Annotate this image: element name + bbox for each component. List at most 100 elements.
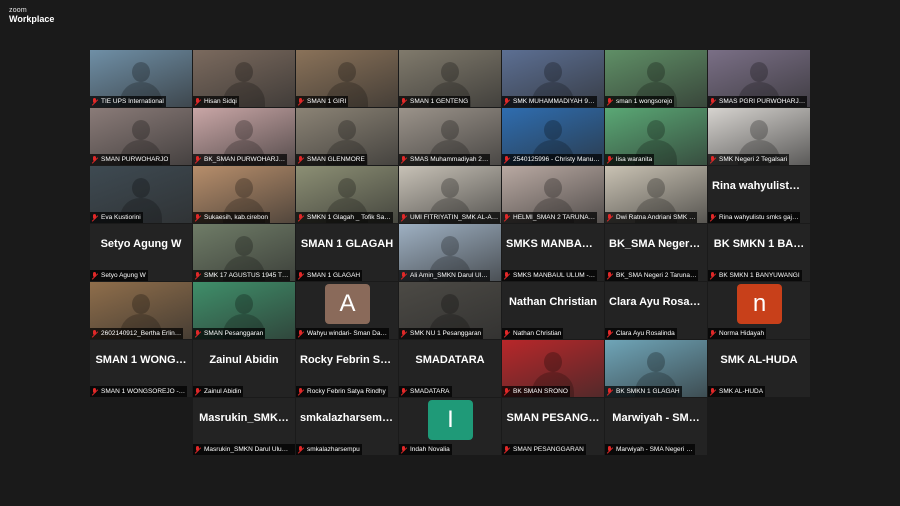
participant-tile[interactable]: SMK AL-HUDA SMK AL-HUDA: [708, 340, 810, 397]
participant-tile[interactable]: Dwi Ratna Andriani SMK …: [605, 166, 707, 223]
participant-name: SMAN PURWOHARJO: [101, 156, 169, 163]
participant-name: UMI FITRIYATIN_SMK AL-A…: [410, 214, 499, 221]
participant-name-label: SMK NU 1 Pesanggaran: [399, 328, 484, 339]
participant-display-name: Marwiyah - SM…: [612, 412, 700, 424]
participant-tile[interactable]: Clara Ayu Rosall… Clara Ayu Rosalinda: [605, 282, 707, 339]
mic-muted-icon: [503, 271, 510, 280]
participant-name-label: Dwi Ratna Andriani SMK …: [605, 212, 698, 223]
participant-display-name: Clara Ayu Rosall…: [609, 296, 707, 308]
title-bar: zoom Workplace: [0, 0, 900, 30]
participant-name: sman 1 wongsorejo: [616, 98, 673, 105]
participant-tile[interactable]: SMK NU 1 Pesanggaran: [399, 282, 501, 339]
participant-tile[interactable]: BK SMAN SRONO: [502, 340, 604, 397]
participant-tile[interactable]: SMAS PGRI PURWOHARJ…: [708, 50, 810, 107]
participant-name-label: Clara Ayu Rosalinda: [605, 328, 677, 339]
participant-tile[interactable]: 2602140912_Bertha Erlin…: [90, 282, 192, 339]
participant-tile[interactable]: I Indah Novalia: [399, 398, 501, 455]
participant-name: SMK MUHAMMADIYAH 9…: [513, 98, 595, 105]
participant-tile[interactable]: Rocky Febrin Sa… Rocky Febrin Satya Rindh…: [296, 340, 398, 397]
mic-muted-icon: [194, 271, 201, 280]
avatar: n: [737, 284, 782, 324]
participant-display-name: SMAN PESANG…: [506, 412, 600, 424]
participant-tile[interactable]: Setyo Agung W Setyo Agung W: [90, 224, 192, 281]
avatar: I: [428, 400, 473, 440]
participant-tile[interactable]: HELMI_SMAN 2 TARUNA…: [502, 166, 604, 223]
mic-muted-icon: [503, 213, 510, 222]
participant-tile[interactable]: SMK Negeri 2 Tegalsari: [708, 108, 810, 165]
participant-tile[interactable]: BK SMKN 1 GLAGAH: [605, 340, 707, 397]
participant-tile[interactable]: Zainul Abidin Zainul Abidin: [193, 340, 295, 397]
mic-muted-icon: [91, 271, 98, 280]
participant-tile[interactable]: SMAN Pesanggaran: [193, 282, 295, 339]
participant-tile[interactable]: SMAN 1 GIRI: [296, 50, 398, 107]
participant-tile[interactable]: Eva Kustiorini: [90, 166, 192, 223]
participant-name-label: Norma Hidayah: [708, 328, 767, 339]
mic-muted-icon: [194, 387, 201, 396]
participant-tile[interactable]: Hisan Sidqi: [193, 50, 295, 107]
participant-tile[interactable]: BK SMKN 1 BA… BK SMKN 1 BANYUWANGI: [708, 224, 810, 281]
participant-tile[interactable]: SMAN GLENMORE: [296, 108, 398, 165]
participant-tile[interactable]: Nathan Christian Nathan Christian: [502, 282, 604, 339]
participant-tile[interactable]: SMAN 1 WONG… SMAN 1 WONGSOREJO -…: [90, 340, 192, 397]
participant-name: Rocky Febrin Satya Rindhy: [307, 388, 386, 395]
participant-name-label: sman 1 wongsorejo: [605, 96, 675, 107]
participant-tile[interactable]: Marwiyah - SM… Marwiyah - SMA Negeri …: [605, 398, 707, 455]
participant-name: Sukaesih, kab.cirebon: [204, 214, 268, 221]
participant-tile[interactable]: Rina wahyulistu… Rina wahyulistu smks gaj…: [708, 166, 810, 223]
mic-muted-icon: [709, 329, 716, 338]
participant-tile[interactable]: SMADATARA SMADATARA: [399, 340, 501, 397]
participant-tile[interactable]: SMKS MANBAU… SMKS MANBAUL ULUM -…: [502, 224, 604, 281]
participant-tile[interactable]: UMI FITRIYATIN_SMK AL-A…: [399, 166, 501, 223]
mic-muted-icon: [606, 213, 613, 222]
participant-name-label: Masrukin_SMKN Darul Ulum…: [193, 444, 295, 455]
participant-name-label: SMAN 1 GIRI: [296, 96, 349, 107]
participant-name-label: Nathan Christian: [502, 328, 564, 339]
participant-tile[interactable]: BK_SMA Negeri… BK_SMA Negeri 2 Taruna…: [605, 224, 707, 281]
mic-muted-icon: [503, 387, 510, 396]
mic-muted-icon: [503, 329, 510, 338]
participant-tile[interactable]: SMAN 1 GENTENG: [399, 50, 501, 107]
participant-name-label: Rocky Febrin Satya Rindhy: [296, 386, 388, 397]
participant-tile[interactable]: A Wahyu windari- Sman Da…: [296, 282, 398, 339]
participant-tile[interactable]: SMAS Muhammadiyah 2…: [399, 108, 501, 165]
mic-muted-icon: [91, 387, 98, 396]
participant-display-name: Nathan Christian: [508, 296, 597, 308]
mic-muted-icon: [297, 387, 304, 396]
participant-display-name: Masrukin_SMK…: [199, 412, 289, 424]
participant-name: Eva Kustiorini: [101, 214, 141, 221]
participant-display-name: SMAN 1 WONG…: [95, 354, 187, 366]
participant-tile[interactable]: Masrukin_SMK… Masrukin_SMKN Darul Ulum…: [193, 398, 295, 455]
mic-muted-icon: [91, 155, 98, 164]
mic-muted-icon: [297, 445, 304, 454]
mic-muted-icon: [400, 445, 407, 454]
participant-name: Setyo Agung W: [101, 272, 146, 279]
participant-tile[interactable]: Sukaesih, kab.cirebon: [193, 166, 295, 223]
mic-muted-icon: [709, 97, 716, 106]
participant-tile[interactable]: SMK 17 AGUSTUS 1945 T…: [193, 224, 295, 281]
participant-tile[interactable]: n Norma Hidayah: [708, 282, 810, 339]
participant-tile[interactable]: SMAN PESANG… SMAN PESANGGARAN: [502, 398, 604, 455]
participant-tile[interactable]: 2540125996 - Christy Manu…: [502, 108, 604, 165]
participant-tile[interactable]: SMAN PURWOHARJO: [90, 108, 192, 165]
mic-muted-icon: [400, 387, 407, 396]
participant-name-label: Hisan Sidqi: [193, 96, 239, 107]
participant-tile[interactable]: lisa waranita: [605, 108, 707, 165]
participant-display-name: Zainul Abidin: [209, 354, 279, 366]
participant-tile[interactable]: SMKN 1 Glagah _ Tofik Sa…: [296, 166, 398, 223]
mic-muted-icon: [606, 271, 613, 280]
participant-tile[interactable]: TIE UPS International: [90, 50, 192, 107]
participant-name: Clara Ayu Rosalinda: [616, 330, 675, 337]
participant-tile[interactable]: sman 1 wongsorejo: [605, 50, 707, 107]
participant-tile[interactable]: smkalazharsempu smkalazharsempu: [296, 398, 398, 455]
participant-name-label: SMKN 1 Glagah _ Tofik Sa…: [296, 212, 393, 223]
participant-tile[interactable]: Ali Amin_SMKN Darul Ul…: [399, 224, 501, 281]
participant-display-name: Rocky Febrin Sa…: [300, 354, 398, 366]
participant-name-label: SMAN PESANGGARAN: [502, 444, 586, 455]
participant-name-label: Marwiyah - SMA Negeri …: [605, 444, 695, 455]
zoom-workplace-logo: zoom Workplace: [9, 7, 54, 24]
participant-tile[interactable]: SMAN 1 GLAGAH SMAN 1 GLAGAH: [296, 224, 398, 281]
participant-tile[interactable]: BK_SMAN PURWOHARJ…: [193, 108, 295, 165]
participant-tile[interactable]: SMK MUHAMMADIYAH 9…: [502, 50, 604, 107]
participant-name-label: SMAN PURWOHARJO: [90, 154, 171, 165]
participant-name: SMKN 1 Glagah _ Tofik Sa…: [307, 214, 391, 221]
